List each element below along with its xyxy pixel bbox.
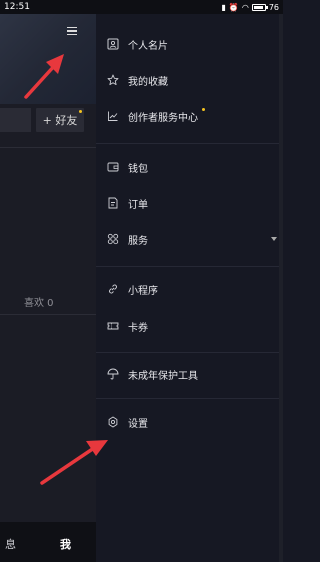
drawer-divider: [96, 266, 283, 267]
drawer-item-label: 个人名片: [128, 40, 168, 52]
menu-button[interactable]: [63, 22, 81, 40]
battery-percent: 76: [268, 2, 279, 12]
gear-icon: [107, 416, 119, 428]
creator-center-badge-dot: [202, 108, 205, 111]
edit-profile-button[interactable]: [0, 108, 31, 132]
annotation-arrow-to-menu: [24, 54, 64, 99]
drawer-item-label: 我的收藏: [128, 76, 168, 88]
wifi-icon: ◠: [241, 2, 249, 12]
drawer-item-label: 设置: [128, 418, 148, 430]
drawer-item-favorites[interactable]: 我的收藏: [96, 66, 283, 94]
battery-icon: [251, 3, 268, 11]
id-card-icon: [107, 38, 119, 50]
status-icons: ▮ ⏰ ◠ 76: [221, 3, 279, 12]
drawer-item-minor-protection[interactable]: 未成年保护工具: [96, 360, 283, 388]
likes-tab[interactable]: 喜欢 0: [24, 294, 54, 309]
drawer-item-orders[interactable]: 订单: [96, 189, 283, 217]
side-drawer: 个人名片 我的收藏 创作者服务中心 钱包 订单 服务 小程序 卡券 未成年保护工…: [96, 14, 283, 562]
trend-chart-icon: [107, 110, 119, 122]
drawer-item-label: 钱包: [128, 163, 148, 175]
add-friend-button[interactable]: + 好友: [36, 108, 84, 132]
profile-divider: [0, 314, 96, 315]
profile-divider: [0, 147, 96, 148]
annotation-arrow-to-settings: [40, 440, 108, 485]
drawer-item-mini-programs[interactable]: 小程序: [96, 275, 283, 303]
hamburger-icon: [67, 26, 77, 29]
drawer-item-label: 服务: [128, 235, 148, 247]
drawer-item-label: 卡券: [128, 322, 148, 334]
drawer-item-creator-center[interactable]: 创作者服务中心: [96, 102, 283, 130]
signal-icon: ▮: [221, 2, 226, 12]
drawer-item-coupons[interactable]: 卡券: [96, 312, 283, 340]
add-friend-label: + 好友: [42, 114, 78, 127]
drawer-item-label: 未成年保护工具: [128, 370, 198, 382]
nav-messages[interactable]: 息: [5, 536, 16, 552]
drawer-item-settings[interactable]: 设置: [96, 408, 283, 436]
status-bar: 12:51 ▮ ⏰ ◠ 76: [0, 0, 283, 14]
drawer-divider: [96, 352, 283, 353]
wallet-icon: [107, 161, 119, 173]
bottom-nav: 息 我: [0, 522, 96, 562]
drawer-item-label: 创作者服务中心: [128, 112, 198, 124]
drawer-item-label: 订单: [128, 199, 148, 211]
drawer-item-label: 小程序: [128, 285, 158, 297]
grid-icon: [107, 233, 119, 245]
scroll-edge: [279, 14, 283, 562]
expand-arrow-icon: [271, 237, 277, 241]
drawer-item-services[interactable]: 服务: [96, 225, 283, 253]
umbrella-icon: [107, 368, 119, 380]
link-icon: [107, 283, 119, 295]
drawer-item-profile-card[interactable]: 个人名片: [96, 30, 283, 58]
nav-me[interactable]: 我: [60, 536, 71, 552]
add-friend-badge-dot: [79, 110, 82, 113]
drawer-divider: [96, 143, 283, 144]
alarm-icon: ⏰: [228, 2, 239, 12]
status-time: 12:51: [4, 2, 30, 12]
order-icon: [107, 197, 119, 209]
drawer-item-wallet[interactable]: 钱包: [96, 153, 283, 181]
ticket-icon: [107, 320, 119, 332]
star-icon: [107, 74, 119, 86]
drawer-divider: [96, 398, 283, 399]
